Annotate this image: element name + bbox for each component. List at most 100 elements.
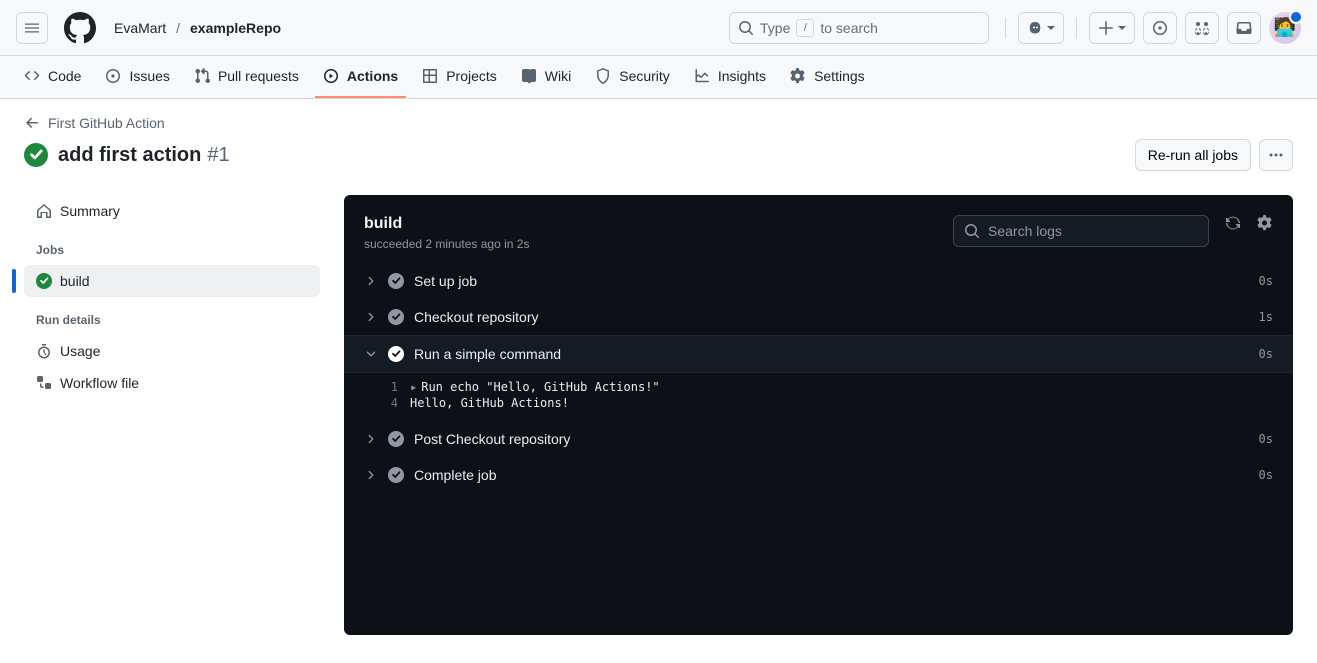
divider xyxy=(1005,18,1006,38)
check-circle-fill-icon xyxy=(388,309,404,325)
rerun-all-jobs-button[interactable]: Re-run all jobs xyxy=(1135,139,1251,171)
run-title: add first action xyxy=(58,144,201,167)
breadcrumb-repo[interactable]: exampleRepo xyxy=(184,16,287,40)
arrow-left-icon xyxy=(24,115,40,131)
back-link[interactable]: First GitHub Action xyxy=(24,115,165,131)
tab-issues[interactable]: Issues xyxy=(97,56,177,98)
sidebar-item-workflow-file[interactable]: Workflow file xyxy=(24,367,320,399)
copilot-button[interactable] xyxy=(1018,12,1064,44)
check-circle-fill-icon xyxy=(388,467,404,483)
breadcrumb-owner[interactable]: EvaMart xyxy=(108,16,172,40)
step-name: Run a simple command xyxy=(414,346,1249,362)
tab-label: Issues xyxy=(129,68,169,84)
hamburger-icon xyxy=(24,20,40,36)
log-step-row[interactable]: Set up job0s xyxy=(344,263,1293,299)
tab-code[interactable]: Code xyxy=(16,56,89,98)
log-lines: 1▸Run echo "Hello, GitHub Actions!"4Hell… xyxy=(344,373,1293,421)
issue-opened-icon xyxy=(1152,20,1168,36)
log-subtitle: succeeded 2 minutes ago in 2s xyxy=(364,237,953,251)
code-icon xyxy=(24,68,40,84)
copilot-icon xyxy=(1027,20,1043,36)
sidebar-item-usage[interactable]: Usage xyxy=(24,335,320,367)
create-button[interactable] xyxy=(1089,12,1135,44)
menu-button[interactable] xyxy=(16,12,48,44)
stopwatch-icon xyxy=(36,343,52,359)
tab-label: Wiki xyxy=(545,68,571,84)
step-duration: 0s xyxy=(1259,468,1273,482)
check-circle-fill-icon xyxy=(388,346,404,362)
log-header: build succeeded 2 minutes ago in 2s xyxy=(344,195,1293,263)
sync-icon[interactable] xyxy=(1225,215,1241,231)
tab-label: Settings xyxy=(814,68,865,84)
notifications-button[interactable] xyxy=(1227,12,1261,44)
tab-settings[interactable]: Settings xyxy=(782,56,873,98)
check-circle-fill-icon xyxy=(388,273,404,289)
gear-icon[interactable] xyxy=(1257,215,1273,231)
inbox-icon xyxy=(1236,20,1252,36)
step-duration: 1s xyxy=(1259,310,1273,324)
check-circle-fill-icon xyxy=(388,431,404,447)
divider xyxy=(1076,18,1077,38)
log-step-row[interactable]: Checkout repository 1s xyxy=(344,299,1293,335)
breadcrumb: EvaMart / exampleRepo xyxy=(108,16,287,40)
avatar[interactable]: 🧑‍💻 xyxy=(1269,12,1301,44)
run-sidebar: Summary Jobs build Run details Usage Wor… xyxy=(24,195,320,635)
repo-nav: Code Issues Pull requests Actions Projec… xyxy=(0,56,1317,99)
step-name: Set up job xyxy=(414,273,1249,289)
shield-icon xyxy=(595,68,611,84)
log-title: build xyxy=(364,215,953,233)
tab-pull-requests[interactable]: Pull requests xyxy=(186,56,307,98)
search-prefix: Type xyxy=(760,20,790,36)
line-number: 1 xyxy=(364,380,398,394)
sidebar-item-label: Usage xyxy=(60,343,100,359)
chevron-right-icon xyxy=(364,274,378,288)
sidebar-section-details: Run details xyxy=(24,297,320,335)
tab-label: Actions xyxy=(347,68,398,84)
issues-tray-button[interactable] xyxy=(1143,12,1177,44)
step-duration: 0s xyxy=(1259,347,1273,361)
github-mark-icon xyxy=(64,12,96,44)
sidebar-item-summary[interactable]: Summary xyxy=(24,195,320,227)
log-search[interactable] xyxy=(953,215,1209,247)
tab-security[interactable]: Security xyxy=(587,56,678,98)
log-search-input[interactable] xyxy=(988,223,1198,239)
tab-projects[interactable]: Projects xyxy=(414,56,505,98)
play-icon xyxy=(323,68,339,84)
breadcrumb-sep: / xyxy=(176,20,180,36)
line-number: 4 xyxy=(364,396,398,410)
graph-icon xyxy=(694,68,710,84)
header-actions: 🧑‍💻 xyxy=(1001,12,1301,44)
tab-label: Pull requests xyxy=(218,68,299,84)
tab-actions[interactable]: Actions xyxy=(315,56,406,98)
chevron-right-icon xyxy=(364,310,378,324)
github-logo[interactable] xyxy=(64,12,96,44)
caret-down-icon xyxy=(1118,26,1126,30)
step-name: Checkout repository xyxy=(414,309,1249,325)
kebab-menu-button[interactable] xyxy=(1259,139,1293,171)
issue-opened-icon xyxy=(105,68,121,84)
tab-label: Projects xyxy=(446,68,497,84)
chevron-right-icon xyxy=(364,432,378,446)
git-pull-request-icon xyxy=(194,68,210,84)
sidebar-item-job-build[interactable]: build xyxy=(24,265,320,297)
log-step-row[interactable]: Post Checkout repository0s xyxy=(344,421,1293,457)
tab-label: Insights xyxy=(718,68,766,84)
workflow-icon xyxy=(36,375,52,391)
disclosure-arrow-icon[interactable]: ▸ xyxy=(410,380,417,394)
log-text: Hello, GitHub Actions! xyxy=(410,396,569,410)
global-search[interactable]: Type / to search xyxy=(729,12,989,44)
check-circle-icon xyxy=(36,273,52,289)
home-icon xyxy=(36,203,52,219)
run-header: add first action #1 Re-run all jobs xyxy=(24,139,1293,171)
pull-requests-tray-button[interactable] xyxy=(1185,12,1219,44)
log-step-row[interactable]: Run a simple command 0s xyxy=(344,335,1293,373)
tab-wiki[interactable]: Wiki xyxy=(513,56,579,98)
log-panel: build succeeded 2 minutes ago in 2s Set … xyxy=(344,195,1293,635)
log-step-row[interactable]: Complete job0s xyxy=(344,457,1293,493)
tab-insights[interactable]: Insights xyxy=(686,56,774,98)
table-icon xyxy=(422,68,438,84)
tab-label: Security xyxy=(619,68,670,84)
search-icon xyxy=(738,20,754,36)
chevron-down-icon xyxy=(364,347,378,361)
search-kbd: / xyxy=(796,19,814,37)
